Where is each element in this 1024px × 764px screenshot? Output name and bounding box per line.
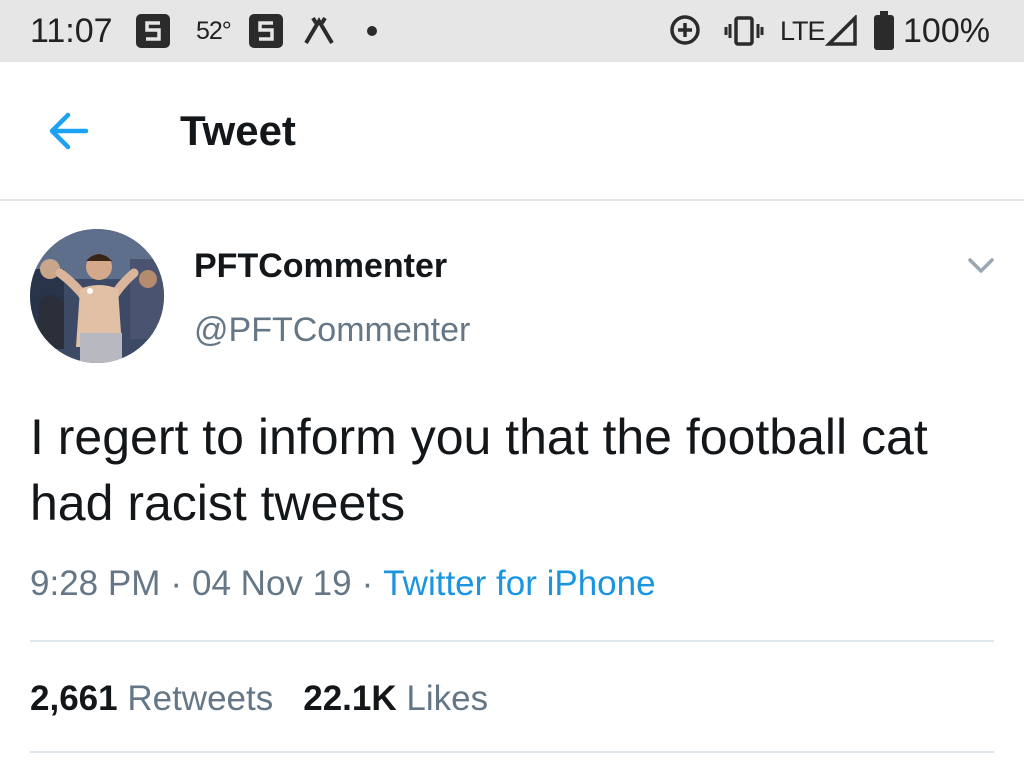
avatar-image xyxy=(30,229,164,363)
author-display-name[interactable]: PFTCommenter xyxy=(194,246,447,286)
notification-s-icon xyxy=(249,14,283,48)
tent-icon xyxy=(302,15,336,50)
tweet-source-link[interactable]: Twitter for iPhone xyxy=(383,564,655,603)
status-temperature: 52° xyxy=(196,17,232,45)
tweet-stats: 2,661 Retweets 22.1K Likes xyxy=(30,677,488,721)
app-header: Tweet xyxy=(0,62,1024,201)
like-count: 22.1K xyxy=(303,679,397,718)
battery-percentage: 100% xyxy=(903,12,990,50)
arrow-left-icon xyxy=(49,112,89,150)
author-handle[interactable]: @PFTCommenter xyxy=(194,310,470,350)
meta-separator: · xyxy=(361,564,374,603)
more-notifications-dot-icon xyxy=(367,26,377,36)
data-saver-icon xyxy=(668,13,702,52)
tweet-metadata: 9:28 PM · 04 Nov 19 · Twitter for iPhone xyxy=(30,562,656,606)
retweets-stat[interactable]: 2,661 Retweets xyxy=(30,679,273,718)
vibrate-icon xyxy=(724,14,764,53)
status-bar: 11:07 52° LTE 100% xyxy=(0,0,1024,62)
network-type: LTE xyxy=(780,16,826,46)
tweet-time: 9:28 PM xyxy=(30,564,161,603)
back-button[interactable] xyxy=(40,106,100,156)
divider xyxy=(30,640,994,642)
retweet-count: 2,661 xyxy=(30,679,118,718)
battery-icon xyxy=(873,11,895,56)
avatar[interactable] xyxy=(30,229,164,363)
like-label: Likes xyxy=(406,679,489,718)
divider xyxy=(30,751,994,753)
page-title: Tweet xyxy=(180,107,296,154)
retweet-label: Retweets xyxy=(127,679,274,718)
tweet-options-button[interactable] xyxy=(962,252,1000,278)
signal-icon xyxy=(824,13,859,52)
tweet-date: 04 Nov 19 xyxy=(192,564,352,603)
notification-s-icon xyxy=(136,14,170,48)
status-time: 11:07 xyxy=(30,12,113,50)
tweet-text: I regert to inform you that the football… xyxy=(30,409,928,531)
meta-separator: · xyxy=(170,564,183,603)
chevron-down-icon xyxy=(968,258,994,273)
likes-stat[interactable]: 22.1K Likes xyxy=(303,679,488,718)
